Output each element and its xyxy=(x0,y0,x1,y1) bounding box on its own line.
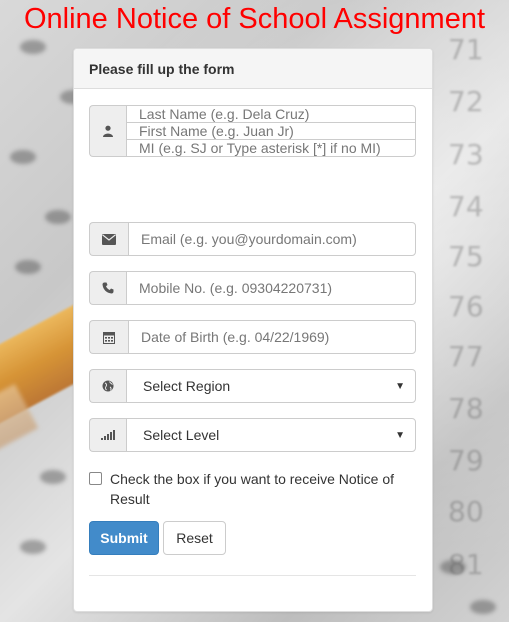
region-addon xyxy=(89,369,126,403)
mobile-input-group: Mobile No. (e.g. 09304220731) xyxy=(89,271,416,305)
notice-checkbox-label[interactable]: Check the box if you want to receive Not… xyxy=(110,469,409,509)
mobile-field[interactable]: Mobile No. (e.g. 09304220731) xyxy=(126,271,416,305)
form-panel: Please fill up the form Last Name (e.g. … xyxy=(73,48,433,612)
panel-heading: Please fill up the form xyxy=(74,49,432,89)
background-number: 71 xyxy=(448,33,484,66)
user-icon xyxy=(102,125,114,137)
submit-button[interactable]: Submit xyxy=(89,521,159,555)
middle-initial-field[interactable]: MI (e.g. SJ or Type asterisk [*] if no M… xyxy=(126,139,416,157)
signal-icon xyxy=(101,430,115,440)
middle-initial-placeholder: MI (e.g. SJ or Type asterisk [*] if no M… xyxy=(139,140,381,156)
level-input-group: Select Level ▼ xyxy=(89,418,416,452)
name-addon xyxy=(89,105,126,157)
background-number: 72 xyxy=(448,85,484,118)
background-number: 73 xyxy=(448,138,484,171)
background-number: 75 xyxy=(448,240,484,273)
background-number: 81 xyxy=(448,548,484,581)
first-name-field[interactable]: First Name (e.g. Juan Jr) xyxy=(126,122,416,140)
dob-input-group: Date of Birth (e.g. 04/22/1969) xyxy=(89,320,416,354)
last-name-placeholder: Last Name (e.g. Dela Cruz) xyxy=(139,106,310,122)
dob-addon xyxy=(89,320,128,354)
reset-button[interactable]: Reset xyxy=(163,521,226,555)
notice-checkbox[interactable] xyxy=(89,472,102,485)
background-number: 74 xyxy=(448,190,484,223)
mobile-placeholder: Mobile No. (e.g. 09304220731) xyxy=(139,280,333,296)
region-selected-value: Select Region xyxy=(143,378,231,394)
mobile-addon xyxy=(89,271,126,305)
envelope-icon xyxy=(102,233,116,245)
notice-checkbox-row: Check the box if you want to receive Not… xyxy=(89,469,409,509)
background-number: 80 xyxy=(448,495,484,528)
level-addon xyxy=(89,418,126,452)
chevron-down-icon: ▼ xyxy=(395,429,405,441)
background-number: 77 xyxy=(448,340,484,373)
background-number: 76 xyxy=(448,290,484,323)
email-addon xyxy=(89,222,128,256)
chevron-down-icon: ▼ xyxy=(395,380,405,392)
first-name-placeholder: First Name (e.g. Juan Jr) xyxy=(139,123,294,139)
level-select[interactable]: Select Level ▼ xyxy=(126,418,416,452)
page-title: Online Notice of School Assignment xyxy=(23,3,486,35)
email-input-group: Email (e.g. you@yourdomain.com) xyxy=(89,222,416,256)
dob-placeholder: Date of Birth (e.g. 04/22/1969) xyxy=(141,329,330,345)
name-input-group: Last Name (e.g. Dela Cruz) First Name (e… xyxy=(89,105,416,157)
background-number: 78 xyxy=(448,392,484,425)
calendar-icon xyxy=(103,331,115,344)
email-field[interactable]: Email (e.g. you@yourdomain.com) xyxy=(128,222,416,256)
panel-divider xyxy=(89,575,416,576)
region-input-group: Select Region ▼ xyxy=(89,369,416,403)
dob-field[interactable]: Date of Birth (e.g. 04/22/1969) xyxy=(128,320,416,354)
last-name-field[interactable]: Last Name (e.g. Dela Cruz) xyxy=(126,105,416,123)
phone-icon xyxy=(102,282,114,294)
email-placeholder: Email (e.g. you@yourdomain.com) xyxy=(141,231,357,247)
background-number: 79 xyxy=(448,444,484,477)
globe-icon xyxy=(102,380,114,392)
level-selected-value: Select Level xyxy=(143,427,220,443)
region-select[interactable]: Select Region ▼ xyxy=(126,369,416,403)
